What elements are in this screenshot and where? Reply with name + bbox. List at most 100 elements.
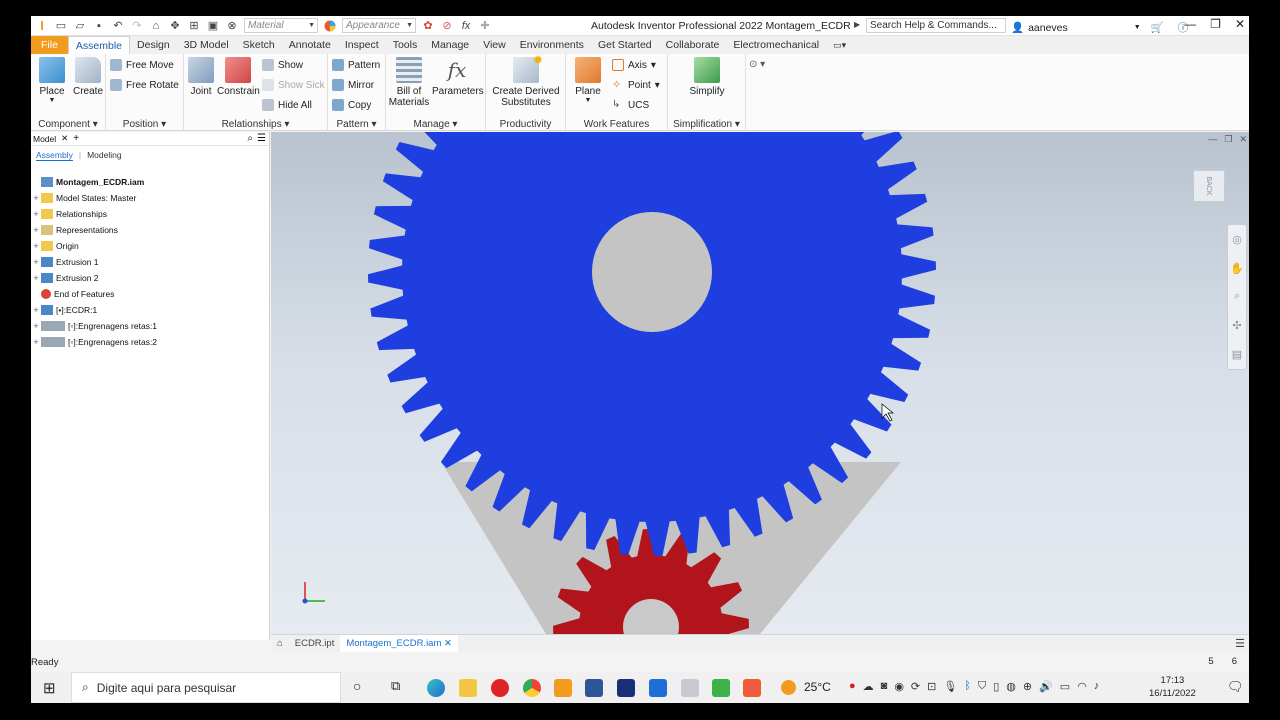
tab-sketch[interactable]: Sketch (236, 36, 282, 54)
close-icon[interactable]: ✕ (1239, 134, 1247, 145)
menu-icon[interactable]: ☰ (257, 133, 266, 144)
chrome-icon[interactable] (523, 679, 541, 697)
tab-inspect[interactable]: Inspect (338, 36, 386, 54)
point-button[interactable]: ✧ Point ▾ (612, 79, 660, 91)
close-icon[interactable]: ✕ (1235, 17, 1245, 31)
viewcube[interactable]: BACK (1193, 170, 1225, 202)
manage-panel-label[interactable]: Manage ▾ (386, 119, 485, 130)
select-icon[interactable]: ✥ (168, 19, 182, 33)
parameters-button[interactable]: fx Parameters (432, 57, 484, 97)
show-sick-button[interactable]: Show Sick (262, 79, 325, 91)
tree-item-relationships[interactable]: + Relationships (31, 206, 270, 222)
productivity-panel-label[interactable]: Productivity (486, 119, 565, 130)
tray-record-icon[interactable]: ● (849, 680, 856, 693)
show-button[interactable]: Show (262, 59, 303, 71)
close-icon[interactable]: ✕ (444, 638, 452, 649)
expand-icon[interactable]: + (31, 321, 41, 331)
tree-item-ecdr[interactable]: + [•]:ECDR:1 (31, 302, 270, 318)
tray-battery-icon[interactable]: ▯ (993, 680, 999, 693)
user-account[interactable]: 👤 aaneves ▼ 🛒 ⓘ (1011, 20, 1188, 35)
tray-cloud-icon[interactable]: ☁ (863, 680, 874, 693)
tray-camera-icon[interactable]: ◙ (881, 680, 888, 693)
hide-all-button[interactable]: Hide All (262, 99, 312, 111)
minimize-icon[interactable]: — (1184, 17, 1196, 31)
chevron-right-icon[interactable]: ▶ (854, 20, 860, 29)
tree-item-engrenagens-1[interactable]: + [▫]:Engrenagens retas:1 (31, 318, 270, 334)
appearance-combo[interactable]: Appearance ▼ (342, 18, 416, 33)
axis-button[interactable]: Axis ▾ (612, 59, 656, 71)
maximize-icon[interactable]: ❐ (1210, 17, 1221, 31)
cortana-icon[interactable]: ○ (353, 678, 361, 694)
tray-volume-icon[interactable]: 🔊 (1039, 680, 1053, 693)
simplification-panel-label[interactable]: Simplification ▾ (668, 119, 745, 130)
zoom-icon[interactable]: ⌕ (1234, 290, 1240, 303)
tab-get-started[interactable]: Get Started (591, 36, 659, 54)
doc-tab-montagem[interactable]: Montagem_ECDR.iam ✕ (340, 634, 458, 653)
undo-icon[interactable]: ↶ (111, 19, 125, 33)
add-icon[interactable]: + (73, 133, 79, 144)
tray-sync-icon[interactable]: ⟳ (911, 680, 920, 693)
tree-item-extrusion-2[interactable]: + Extrusion 2 (31, 270, 270, 286)
expand-icon[interactable]: + (31, 273, 41, 283)
tab-environments[interactable]: Environments (513, 36, 591, 54)
close-icon[interactable]: ✕ (61, 133, 68, 144)
pan-icon[interactable]: ✋ (1230, 262, 1244, 275)
tab-electromechanical[interactable]: Electromechanical (726, 36, 826, 54)
tab-view[interactable]: View (476, 36, 513, 54)
plus-icon[interactable]: ✚ (478, 19, 492, 33)
tool-icon[interactable] (681, 679, 699, 697)
tabs-menu-icon[interactable]: ☰ (1235, 637, 1245, 650)
file-explorer-icon[interactable] (459, 679, 477, 697)
notifications-icon[interactable]: 🗨 (1227, 679, 1244, 695)
tree-item-engrenagens-2[interactable]: + [▫]:Engrenagens retas:2 (31, 334, 270, 350)
open-folder-icon[interactable]: ▱ (73, 19, 87, 33)
material-combo[interactable]: Material ▼ (244, 18, 318, 33)
tree-item-extrusion-1[interactable]: + Extrusion 1 (31, 254, 270, 270)
tab-assemble[interactable]: Assemble (67, 36, 131, 54)
place-button[interactable]: Place ▼ (35, 57, 69, 104)
expand-icon[interactable]: + (31, 209, 41, 219)
minimize-icon[interactable]: — (1208, 134, 1217, 145)
ucs-button[interactable]: ↳ UCS (612, 99, 649, 111)
tray-wifi-icon[interactable]: ◠ (1077, 680, 1087, 693)
home-icon[interactable]: ⌂ (149, 19, 163, 33)
home-icon[interactable]: ⌂ (271, 635, 289, 653)
update-icon[interactable]: ⊞ (187, 19, 201, 33)
subtab-modeling[interactable]: Modeling (87, 150, 122, 160)
ribbon-settings-icon[interactable]: ⊙ ▾ (749, 59, 765, 70)
expand-icon[interactable]: + (31, 337, 41, 347)
tray-mic-icon[interactable]: 🎙 (943, 680, 957, 693)
tab-collaborate[interactable]: Collaborate (659, 36, 727, 54)
copy-button[interactable]: Copy (332, 99, 371, 111)
expand-icon[interactable]: + (31, 241, 41, 251)
help-search-input[interactable]: Search Help & Commands... (866, 18, 1006, 33)
edge-icon[interactable] (427, 679, 445, 697)
word-icon[interactable] (585, 679, 603, 697)
save-icon[interactable]: ▪ (92, 19, 106, 33)
pattern-panel-label[interactable]: Pattern ▾ (328, 119, 385, 130)
measure-icon[interactable]: ▣ (206, 19, 220, 33)
adjust-icon[interactable]: ✿ (421, 19, 435, 33)
work-features-panel-label[interactable]: Work Features (566, 119, 667, 130)
free-move-button[interactable]: Free Move (110, 59, 174, 71)
pattern-button[interactable]: Pattern (332, 59, 380, 71)
taskbar-search[interactable]: ⌕ Digite aqui para pesquisar (71, 672, 341, 703)
task-view-icon[interactable]: ⧉ (391, 678, 400, 694)
expand-icon[interactable]: + (31, 225, 41, 235)
tree-item-representations[interactable]: + Representations (31, 222, 270, 238)
expand-icon[interactable]: + (31, 305, 41, 315)
tab-manage[interactable]: Manage (424, 36, 476, 54)
tree-item-end-of-features[interactable]: End of Features (31, 286, 270, 302)
tray-chrome-icon[interactable]: ◍ (1006, 680, 1016, 693)
windows-start-icon[interactable]: ⊞ (43, 679, 56, 697)
tray-app-icon[interactable]: ◉ (894, 680, 904, 693)
constrain-button[interactable]: Constrain (217, 57, 260, 97)
joint-button[interactable]: Joint (185, 57, 217, 97)
fx-icon[interactable]: fx (459, 19, 473, 33)
tab-annotate[interactable]: Annotate (282, 36, 338, 54)
orbit-icon[interactable]: ✣ (1232, 319, 1241, 332)
app-green-icon[interactable] (712, 679, 730, 697)
tab-file[interactable]: File (31, 36, 68, 54)
clear-override-icon[interactable]: ⊗ (225, 19, 239, 33)
graphics-viewport[interactable]: — ❐ ✕ BACK ◎ ✋ ⌕ ✣ ▤ (271, 132, 1249, 634)
